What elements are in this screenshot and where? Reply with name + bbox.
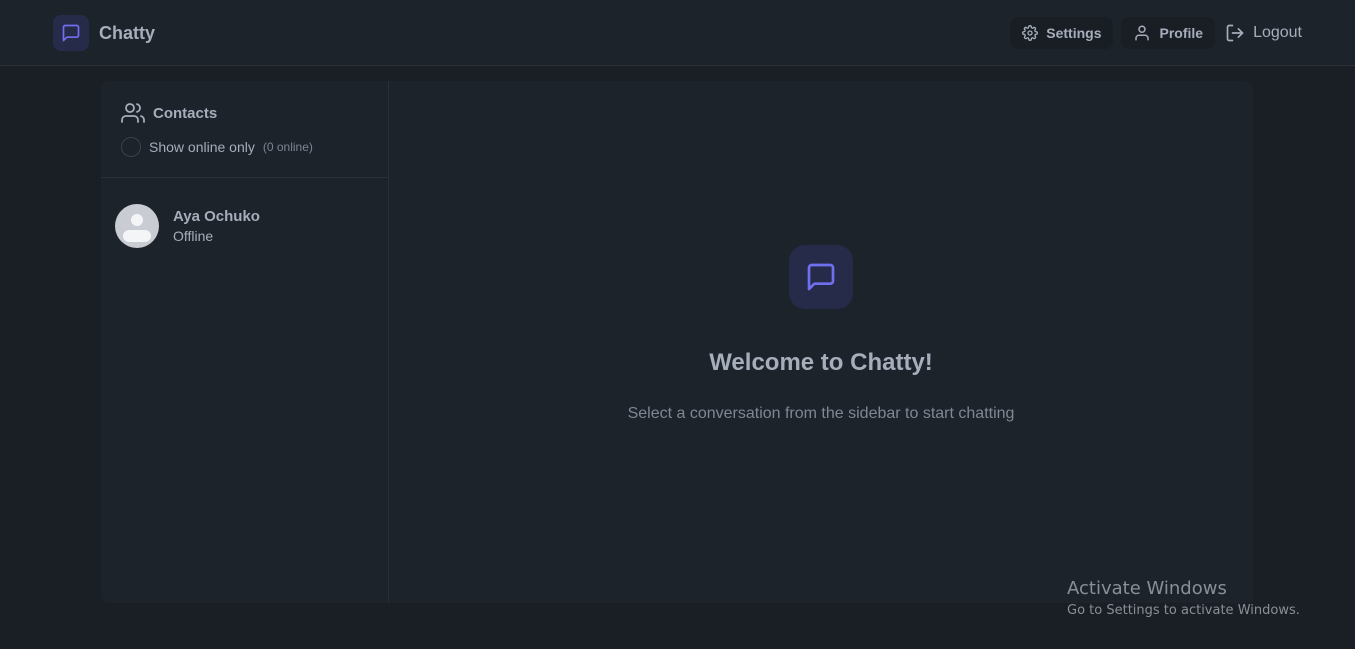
activate-windows-watermark: Activate Windows Go to Settings to activ… bbox=[1067, 578, 1300, 618]
settings-button[interactable]: Settings bbox=[1010, 17, 1114, 49]
show-online-toggle[interactable]: Show online only (0 online) bbox=[121, 137, 368, 157]
contact-info: Aya Ochuko Offline bbox=[173, 208, 260, 244]
contact-status: Offline bbox=[173, 228, 214, 244]
user-icon bbox=[1135, 25, 1150, 41]
contact-list: Aya Ochuko Offline bbox=[101, 178, 388, 249]
logout-button[interactable]: Logout bbox=[1223, 17, 1302, 49]
profile-label: Profile bbox=[1159, 25, 1204, 41]
gear-icon bbox=[1022, 25, 1039, 41]
contacts-heading: Contacts bbox=[121, 101, 368, 125]
contact-name: Aya Ochuko bbox=[173, 208, 260, 225]
logout-label: Logout bbox=[1253, 24, 1302, 41]
users-icon bbox=[121, 103, 145, 123]
settings-label: Settings bbox=[1046, 25, 1102, 41]
online-count: (0 online) bbox=[262, 140, 313, 154]
logout-icon bbox=[1226, 24, 1244, 42]
welcome-subtitle: Select a conversation from the sidebar t… bbox=[627, 405, 1015, 422]
profile-button[interactable]: Profile bbox=[1121, 17, 1216, 49]
show-online-label: Show online only bbox=[149, 139, 255, 155]
contact-item[interactable]: Aya Ochuko Offline bbox=[101, 203, 388, 249]
avatar-placeholder-body bbox=[123, 230, 151, 242]
message-square-icon bbox=[62, 24, 80, 42]
watermark-subtitle: Go to Settings to activate Windows. bbox=[1067, 603, 1300, 618]
sidebar-header: Contacts Show online only (0 online) bbox=[101, 81, 388, 178]
contacts-sidebar: Contacts Show online only (0 online) Aya… bbox=[101, 81, 389, 603]
brand-logo bbox=[53, 15, 89, 51]
watermark-title: Activate Windows bbox=[1067, 578, 1227, 599]
brand-name: Chatty bbox=[99, 22, 156, 43]
welcome-title: Welcome to Chatty! bbox=[709, 349, 933, 376]
show-online-checkbox[interactable] bbox=[121, 137, 141, 157]
avatar-placeholder-head bbox=[131, 214, 143, 226]
nav-actions: Settings Profile Logout bbox=[1010, 17, 1302, 49]
message-square-icon bbox=[807, 263, 835, 291]
chat-container: Contacts Show online only (0 online) Aya… bbox=[101, 81, 1253, 603]
chat-main: Welcome to Chatty! Select a conversation… bbox=[389, 81, 1253, 603]
welcome-icon-tile bbox=[789, 245, 853, 309]
avatar bbox=[115, 204, 159, 248]
top-navbar: Chatty Settings Profile Logout bbox=[0, 0, 1355, 66]
welcome-panel: Welcome to Chatty! Select a conversation… bbox=[389, 245, 1253, 423]
contacts-title: Contacts bbox=[153, 104, 218, 122]
brand-link[interactable]: Chatty bbox=[53, 15, 155, 51]
